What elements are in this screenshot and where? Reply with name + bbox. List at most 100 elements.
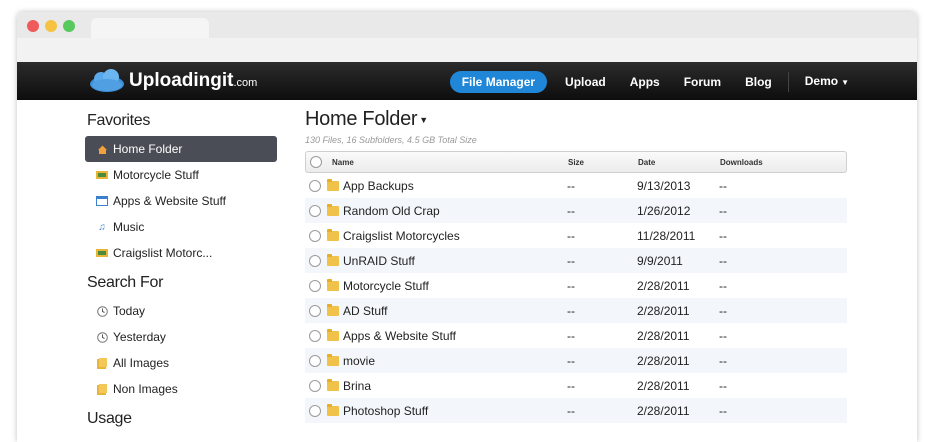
file-name[interactable]: Apps & Website Stuff (343, 329, 456, 343)
table-row[interactable]: Apps & Website Stuff -- 2/28/2011 -- (305, 323, 847, 348)
image-folder-icon (96, 247, 108, 259)
maximize-window-button[interactable] (63, 20, 75, 32)
sidebar-item-yesterday[interactable]: Yesterday (85, 324, 277, 350)
sidebar-item-motorcycle-stuff[interactable]: Motorcycle Stuff (85, 162, 277, 188)
file-downloads: -- (719, 403, 727, 418)
browser-chrome (17, 12, 917, 62)
table-row[interactable]: Photoshop Stuff -- 2/28/2011 -- (305, 398, 847, 423)
sidebar-item-label: Motorcycle Stuff (113, 168, 199, 182)
favorites-heading: Favorites (87, 112, 151, 129)
file-downloads: -- (719, 253, 727, 268)
table-row[interactable]: Brina -- 2/28/2011 -- (305, 373, 847, 398)
file-date: 2/28/2011 (637, 328, 690, 343)
column-header-date[interactable]: Date (638, 158, 720, 167)
clock-icon (96, 305, 108, 317)
file-downloads: -- (719, 378, 727, 393)
column-header-downloads[interactable]: Downloads (720, 158, 840, 167)
sidebar-item-label: Home Folder (113, 142, 183, 156)
sidebar-item-label: All Images (113, 356, 170, 370)
sidebar-item-craigslist[interactable]: Craigslist Motorc... (85, 240, 277, 266)
row-checkbox[interactable] (309, 404, 321, 417)
file-date: 9/13/2013 (637, 178, 691, 193)
sidebar-item-non-images[interactable]: Non Images (85, 376, 277, 402)
folder-icon (327, 303, 339, 316)
select-all-checkbox[interactable] (310, 156, 322, 168)
file-size: -- (567, 403, 575, 418)
table-row[interactable]: Craigslist Motorcycles -- 11/28/2011 -- (305, 223, 847, 248)
file-size: -- (567, 203, 575, 218)
row-checkbox[interactable] (309, 354, 321, 367)
sidebar-item-today[interactable]: Today (85, 298, 277, 324)
cloud-icon (87, 68, 127, 94)
file-name[interactable]: Random Old Crap (343, 204, 440, 218)
row-checkbox[interactable] (309, 229, 321, 242)
sidebar-item-label: Music (113, 220, 145, 234)
nav-upload[interactable]: Upload (553, 71, 618, 93)
file-downloads: -- (719, 178, 727, 193)
folder-icon (327, 178, 339, 191)
table-row[interactable]: movie -- 2/28/2011 -- (305, 348, 847, 373)
caret-down-icon: ▼ (419, 114, 428, 125)
file-size: -- (567, 178, 575, 193)
top-navbar: Uploadingit.com File Manager Upload Apps… (17, 62, 917, 100)
row-checkbox[interactable] (309, 204, 321, 217)
file-list: App Backups -- 9/13/2013 -- Random Old C… (305, 173, 847, 423)
file-size: -- (567, 278, 575, 293)
file-date: 1/26/2012 (637, 203, 691, 218)
file-name[interactable]: Brina (343, 379, 371, 393)
file-name[interactable]: movie (343, 354, 375, 368)
sidebar-item-label: Craigslist Motorc... (113, 246, 213, 260)
file-name[interactable]: AD Stuff (343, 304, 387, 318)
file-name[interactable]: Photoshop Stuff (343, 404, 428, 418)
nav-forum[interactable]: Forum (672, 71, 733, 93)
image-folder-icon (96, 169, 108, 181)
folder-icon (327, 328, 339, 341)
folder-icon (327, 278, 339, 291)
sidebar-item-apps-website-stuff[interactable]: Apps & Website Stuff (85, 188, 277, 214)
file-downloads: -- (719, 303, 727, 318)
file-name[interactable]: Craigslist Motorcycles (343, 229, 460, 243)
file-downloads: -- (719, 353, 727, 368)
file-date: 2/28/2011 (637, 378, 690, 393)
nav-file-manager[interactable]: File Manager (449, 71, 548, 93)
table-row[interactable]: App Backups -- 9/13/2013 -- (305, 173, 847, 198)
file-date: 2/28/2011 (637, 353, 690, 368)
close-window-button[interactable] (27, 20, 39, 32)
row-checkbox[interactable] (309, 179, 321, 192)
folder-summary: 130 Files, 16 Subfolders, 4.5 GB Total S… (305, 135, 477, 145)
folder-icon (327, 253, 339, 266)
sidebar-item-home-folder[interactable]: Home Folder (85, 136, 277, 162)
nav-blog[interactable]: Blog (733, 71, 784, 93)
folder-icon (327, 228, 339, 241)
file-name[interactable]: App Backups (343, 179, 414, 193)
row-checkbox[interactable] (309, 254, 321, 267)
column-header-name[interactable]: Name (328, 158, 568, 167)
column-header-size[interactable]: Size (568, 158, 638, 167)
table-row[interactable]: UnRAID Stuff -- 9/9/2011 -- (305, 248, 847, 273)
row-checkbox[interactable] (309, 379, 321, 392)
sidebar-item-music[interactable]: ♫ Music (85, 214, 277, 240)
table-row[interactable]: Random Old Crap -- 1/26/2012 -- (305, 198, 847, 223)
file-date: 2/28/2011 (637, 278, 690, 293)
sidebar-item-all-images[interactable]: All Images (85, 350, 277, 376)
window-icon (96, 195, 108, 207)
account-menu[interactable]: Demo ▼ (793, 70, 861, 94)
row-checkbox[interactable] (309, 279, 321, 292)
row-checkbox[interactable] (309, 329, 321, 342)
row-checkbox[interactable] (309, 304, 321, 317)
file-name[interactable]: UnRAID Stuff (343, 254, 415, 268)
search-heading: Search For (87, 274, 164, 291)
site-logo[interactable]: Uploadingit.com (87, 67, 257, 95)
table-row[interactable]: Motorcycle Stuff -- 2/28/2011 -- (305, 273, 847, 298)
file-date: 2/28/2011 (637, 403, 690, 418)
clock-icon (96, 331, 108, 343)
folder-title[interactable]: Home Folder ▼ (305, 108, 847, 131)
minimize-window-button[interactable] (45, 20, 57, 32)
table-row[interactable]: AD Stuff -- 2/28/2011 -- (305, 298, 847, 323)
account-name: Demo (804, 74, 839, 88)
folder-icon (327, 353, 339, 366)
file-name[interactable]: Motorcycle Stuff (343, 279, 429, 293)
nav-apps[interactable]: Apps (618, 71, 672, 93)
sidebar: Favorites Home Folder Motorcycle Stuff A… (85, 110, 277, 434)
file-date: 9/9/2011 (637, 253, 683, 268)
